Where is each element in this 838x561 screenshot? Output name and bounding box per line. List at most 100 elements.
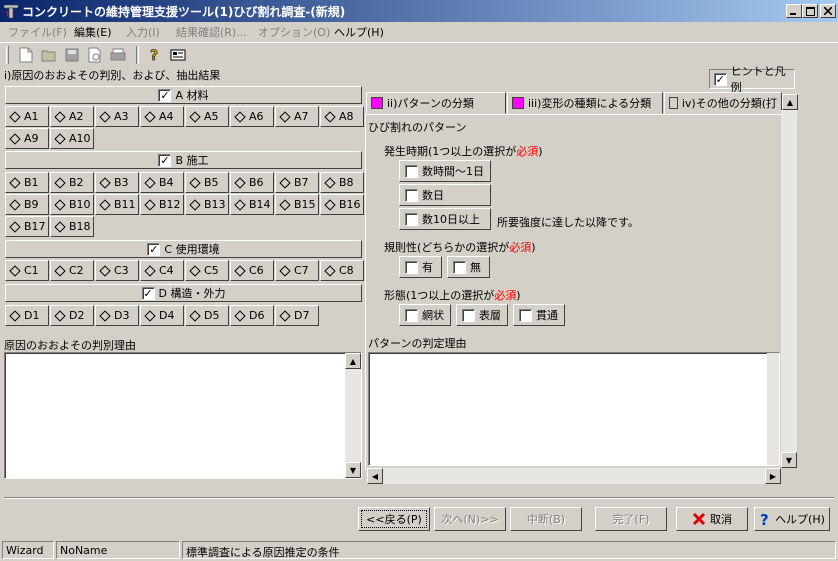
- hint-legend-toggle[interactable]: ✓ ヒントと凡例: [709, 65, 795, 94]
- cause-b3[interactable]: B3: [95, 172, 139, 193]
- timing-option-hours[interactable]: 数時間〜1日: [399, 160, 491, 182]
- panel-scroll-down-arrow[interactable]: ▼: [781, 452, 797, 468]
- cause-a9[interactable]: A9: [5, 128, 49, 149]
- finish-button[interactable]: 完了(F): [595, 507, 667, 531]
- context-help-button[interactable]: ?: [145, 46, 165, 64]
- scroll-left-arrow[interactable]: ◀: [367, 468, 383, 484]
- cause-c2[interactable]: C2: [50, 260, 94, 281]
- suspend-button[interactable]: 中断(B): [510, 507, 582, 531]
- cause-a1[interactable]: A1: [5, 106, 49, 127]
- cause-a6[interactable]: A6: [230, 106, 274, 127]
- new-file-button[interactable]: [16, 46, 36, 64]
- hint-checkbox[interactable]: ✓: [714, 72, 727, 86]
- cause-b14[interactable]: B14: [230, 194, 274, 215]
- cause-b13[interactable]: B13: [185, 194, 229, 215]
- group-b-checkbox[interactable]: ✓: [158, 153, 172, 167]
- menu-check-results[interactable]: 結果確認(R)...: [176, 24, 247, 40]
- form-option-surface[interactable]: 表層: [456, 304, 508, 326]
- group-d-header[interactable]: ✓ D 構造・外力: [5, 284, 362, 302]
- cause-d1[interactable]: D1: [5, 305, 49, 326]
- cause-c5[interactable]: C5: [185, 260, 229, 281]
- cause-d4[interactable]: D4: [140, 305, 184, 326]
- back-button[interactable]: <<戻る(P): [358, 507, 430, 531]
- panel-scrollbar[interactable]: ▼: [781, 110, 797, 468]
- cause-b12[interactable]: B12: [140, 194, 184, 215]
- cause-a3[interactable]: A3: [95, 106, 139, 127]
- cause-c8[interactable]: C8: [320, 260, 364, 281]
- form-option-network[interactable]: 網状: [399, 304, 451, 326]
- timing-option-tens-of-days[interactable]: 数10日以上: [399, 208, 491, 230]
- group-c-checkbox[interactable]: ✓: [147, 242, 161, 256]
- cause-b5[interactable]: B5: [185, 172, 229, 193]
- menu-file[interactable]: ファイル(F): [8, 24, 67, 40]
- cause-b16[interactable]: B16: [320, 194, 364, 215]
- group-b-header[interactable]: ✓ B 施工: [5, 151, 362, 169]
- cause-b15[interactable]: B15: [275, 194, 319, 215]
- next-button[interactable]: 次へ(N)>>: [434, 507, 506, 531]
- scroll-right-arrow[interactable]: ▶: [765, 468, 781, 484]
- cause-c4[interactable]: C4: [140, 260, 184, 281]
- cause-reason-scrollbar[interactable]: ▲ ▼: [345, 353, 361, 478]
- checkbox[interactable]: [453, 260, 466, 274]
- scroll-up-arrow[interactable]: ▲: [345, 353, 361, 369]
- cause-d3[interactable]: D3: [95, 305, 139, 326]
- cancel-button[interactable]: 取消: [676, 507, 748, 531]
- cause-d5[interactable]: D5: [185, 305, 229, 326]
- panel-horizontal-scrollbar[interactable]: ◀ ▶: [367, 468, 781, 484]
- tab-deformation-classification[interactable]: iii)変形の種類による分類: [507, 92, 663, 114]
- pattern-reason-textarea[interactable]: [368, 352, 780, 466]
- menu-input[interactable]: 入力(I): [126, 24, 160, 40]
- tab-pattern-classification[interactable]: ii)パターンの分類: [366, 92, 506, 114]
- scroll-down-arrow[interactable]: ▼: [345, 462, 361, 478]
- cause-reason-textarea[interactable]: ▲ ▼: [4, 352, 362, 479]
- cause-b8[interactable]: B8: [320, 172, 364, 193]
- cause-d7[interactable]: D7: [275, 305, 319, 326]
- checkbox[interactable]: [405, 308, 418, 322]
- group-c-header[interactable]: ✓ C 使用環境: [5, 240, 362, 258]
- menu-edit[interactable]: 編集(E): [74, 24, 112, 40]
- cause-b2[interactable]: B2: [50, 172, 94, 193]
- group-a-header[interactable]: ✓ A 材料: [5, 86, 362, 104]
- tab-scroll-up-arrow[interactable]: ▲: [782, 94, 798, 110]
- cause-a5[interactable]: A5: [185, 106, 229, 127]
- tab-other-classification[interactable]: iv)その他の分類(打: [664, 92, 782, 114]
- checkbox[interactable]: [405, 188, 418, 202]
- menu-help[interactable]: ヘルプ(H): [334, 24, 384, 40]
- pattern-reason-scrollbar[interactable]: [767, 353, 779, 465]
- cause-b1[interactable]: B1: [5, 172, 49, 193]
- group-d-checkbox[interactable]: ✓: [141, 286, 155, 300]
- cause-b4[interactable]: B4: [140, 172, 184, 193]
- cause-c7[interactable]: C7: [275, 260, 319, 281]
- help-button[interactable]: ? ヘルプ(H): [754, 507, 830, 531]
- cause-b11[interactable]: B11: [95, 194, 139, 215]
- cause-d6[interactable]: D6: [230, 305, 274, 326]
- cause-b17[interactable]: B17: [5, 216, 49, 237]
- print-button[interactable]: [108, 46, 128, 64]
- save-button[interactable]: [62, 46, 82, 64]
- cause-a8[interactable]: A8: [320, 106, 364, 127]
- cause-d2[interactable]: D2: [50, 305, 94, 326]
- regularity-option-yes[interactable]: 有: [399, 256, 442, 278]
- minimize-button[interactable]: [786, 4, 802, 18]
- cause-b10[interactable]: B10: [50, 194, 94, 215]
- maximize-button[interactable]: [802, 4, 818, 18]
- regularity-option-no[interactable]: 無: [447, 256, 490, 278]
- cause-a7[interactable]: A7: [275, 106, 319, 127]
- cause-a10[interactable]: A10: [50, 128, 94, 149]
- cause-a4[interactable]: A4: [140, 106, 184, 127]
- open-folder-button[interactable]: [39, 46, 59, 64]
- form-option-through[interactable]: 貫通: [513, 304, 565, 326]
- close-button[interactable]: [820, 4, 836, 18]
- checkbox[interactable]: [405, 260, 418, 274]
- menu-options[interactable]: オプション(O): [258, 24, 330, 40]
- cause-c1[interactable]: C1: [5, 260, 49, 281]
- cause-b6[interactable]: B6: [230, 172, 274, 193]
- card-button[interactable]: [168, 46, 188, 64]
- cause-c3[interactable]: C3: [95, 260, 139, 281]
- checkbox[interactable]: [462, 308, 475, 322]
- print-preview-button[interactable]: [85, 46, 105, 64]
- checkbox[interactable]: [519, 308, 532, 322]
- checkbox[interactable]: [405, 164, 418, 178]
- checkbox[interactable]: [405, 212, 418, 226]
- cause-b9[interactable]: B9: [5, 194, 49, 215]
